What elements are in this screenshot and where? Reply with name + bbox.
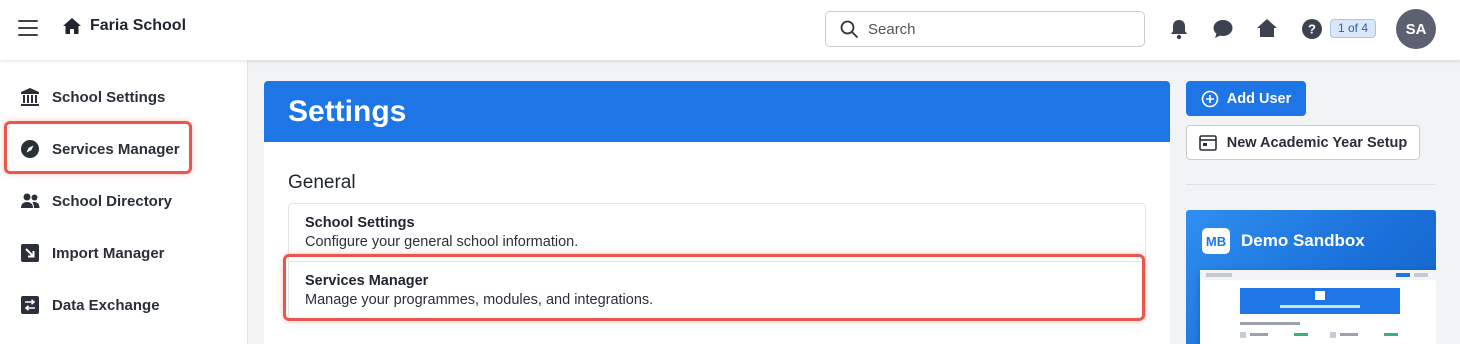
sidebar-item-data-exchange[interactable]: Data Exchange [0, 285, 248, 325]
help-icon[interactable]: ? [1301, 18, 1323, 40]
search-box[interactable] [825, 11, 1145, 47]
mb-logo: MB [1202, 228, 1230, 254]
sidebar-item-school-settings[interactable]: School Settings [0, 77, 248, 117]
people-icon [21, 193, 40, 208]
list-item-title: School Settings [305, 215, 415, 231]
list-item-description: Configure your general school informatio… [305, 234, 579, 250]
bell-icon[interactable] [1169, 18, 1189, 40]
section-title: General [288, 172, 356, 193]
settings-list: School Settings Configure your general s… [288, 203, 1146, 319]
exchange-icon [21, 296, 39, 314]
promo-title: Demo Sandbox [1241, 231, 1365, 250]
sidebar-item-import-manager[interactable]: Import Manager [0, 233, 248, 273]
school-name: Faria School [90, 17, 187, 34]
add-user-button[interactable]: Add User [1186, 81, 1306, 116]
add-user-label: Add User [1226, 90, 1292, 107]
search-input[interactable] [868, 20, 1128, 38]
divider [1186, 184, 1436, 185]
bank-icon [21, 88, 39, 106]
menu-icon[interactable] [18, 20, 38, 38]
sidebar-item-label: Data Exchange [52, 296, 160, 314]
avatar[interactable]: SA [1396, 9, 1436, 49]
new-academic-year-label: New Academic Year Setup [1226, 134, 1408, 151]
sidebar-item-label: Import Manager [52, 244, 165, 262]
sidebar-item-label: School Settings [52, 88, 166, 106]
page-title: Settings [264, 81, 1170, 142]
list-item-school-settings[interactable]: School Settings Configure your general s… [289, 204, 1145, 261]
settings-card: Settings General School Settings Configu… [264, 81, 1170, 344]
top-bar: Faria School ? 1 of 4 SA [0, 0, 1460, 60]
sidebar: School Settings Services Manager School … [0, 60, 248, 344]
sidebar-item-label: Services Manager [52, 140, 180, 158]
list-item-title: Services Manager [305, 273, 429, 289]
pager-badge[interactable]: 1 of 4 [1330, 19, 1377, 38]
list-item-services-manager[interactable]: Services Manager Manage your programmes,… [289, 261, 1145, 318]
demo-sandbox-card[interactable]: MB Demo Sandbox [1186, 210, 1436, 344]
calendar-icon [1198, 135, 1217, 151]
new-academic-year-button[interactable]: New Academic Year Setup [1186, 125, 1420, 160]
sidebar-item-services-manager[interactable]: Services Manager [0, 129, 248, 169]
svg-text:?: ? [1308, 22, 1316, 37]
sandbox-preview-image [1200, 270, 1436, 344]
home-icon [63, 18, 81, 34]
school-brand[interactable]: Faria School [62, 17, 186, 35]
school-home-icon[interactable] [1256, 18, 1278, 38]
chat-icon[interactable] [1212, 18, 1234, 40]
sidebar-item-label: School Directory [52, 192, 173, 210]
sidebar-item-school-directory[interactable]: School Directory [0, 181, 248, 221]
search-icon [840, 20, 858, 38]
list-item-description: Manage your programmes, modules, and int… [305, 292, 654, 308]
plus-circle-icon [1201, 90, 1219, 107]
import-arrow-icon [21, 244, 39, 262]
compass-icon [21, 140, 39, 158]
